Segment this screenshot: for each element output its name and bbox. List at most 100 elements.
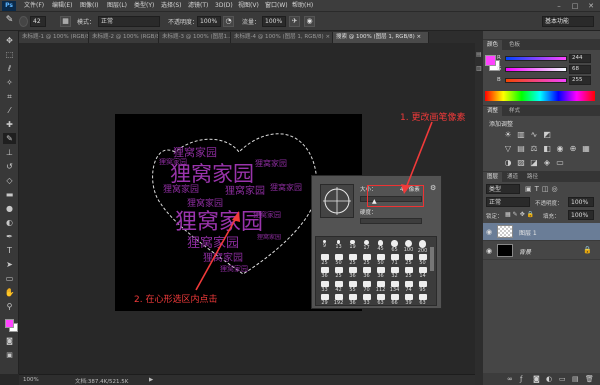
b-value[interactable]: 255 — [569, 76, 591, 85]
blur-icon[interactable]: ● — [3, 203, 16, 214]
menu-3d[interactable]: 3D(D) — [215, 0, 233, 12]
r-slider[interactable] — [505, 56, 567, 61]
threshold-icon[interactable]: ◪ — [529, 158, 539, 168]
pressure-opacity-icon[interactable]: ◔ — [223, 16, 234, 27]
color-balance-icon[interactable]: ⚖ — [529, 144, 539, 154]
healing-icon[interactable]: ✚ — [3, 119, 16, 130]
brush-panel-toggle-icon[interactable]: ▦ — [60, 16, 71, 27]
eyedropper-icon[interactable]: ⁄ — [3, 105, 16, 116]
maximize-icon[interactable]: □ — [570, 1, 580, 11]
layer-mask-icon[interactable]: ◙ — [533, 375, 540, 383]
popup-settings-gear-icon[interactable]: ⚙ — [430, 184, 436, 192]
brush-preset[interactable]: 95 — [416, 280, 429, 294]
menu-filter[interactable]: 滤镜(T) — [188, 0, 208, 12]
brush-preset[interactable]: 19 — [346, 239, 359, 253]
brush-preset[interactable]: 25 — [332, 266, 345, 280]
flow-field[interactable]: 100% — [262, 16, 286, 27]
screen-mode-icon[interactable]: ▣ — [3, 350, 16, 361]
close-icon[interactable]: ✕ — [586, 1, 596, 11]
brush-preset[interactable]: 25 — [360, 253, 373, 267]
brush-preset[interactable]: 36 — [346, 266, 359, 280]
brush-tip-icon[interactable] — [19, 16, 28, 27]
selective-color-icon[interactable]: ◈ — [542, 158, 552, 168]
tab-swatches[interactable]: 色板 — [505, 40, 524, 50]
brush-preset[interactable]: 65 — [388, 239, 401, 253]
color-lookup-icon[interactable]: ▦ — [581, 144, 591, 154]
eye-icon[interactable]: ◉ — [486, 247, 492, 255]
fill-field[interactable]: 100% — [568, 210, 594, 220]
layer-row[interactable]: ◉ 背景 🔒 — [483, 242, 600, 260]
airbrush-icon[interactable]: ✈ — [289, 16, 300, 27]
brush-preset[interactable]: 42 — [332, 280, 345, 294]
link-layers-icon[interactable]: ∞ — [507, 375, 513, 383]
brush-preset[interactable]: 63 — [416, 293, 429, 307]
history-brush-icon[interactable]: ↺ — [3, 161, 16, 172]
minimize-icon[interactable]: – — [554, 1, 564, 11]
brush-preset[interactable]: 50 — [416, 253, 429, 267]
brush-icon[interactable]: ✎ — [3, 133, 16, 144]
type-icon[interactable]: T — [3, 245, 16, 256]
brush-preset[interactable]: 36 — [374, 266, 387, 280]
vibrance-icon[interactable]: ▽ — [503, 144, 513, 154]
dodge-icon[interactable]: ◐ — [3, 217, 16, 228]
tab-styles[interactable]: 样式 — [505, 106, 524, 116]
brush-angle-preview-icon[interactable] — [320, 184, 354, 218]
brush-preset-grid[interactable]: 9 13 19 17 45 65 100 200 25 50 25 25 50 71 25 50 36 25 36 3… — [315, 236, 437, 306]
stamp-icon[interactable]: ⊥ — [3, 147, 16, 158]
zoom-level[interactable]: 100% — [23, 377, 39, 383]
channel-mixer-icon[interactable]: ⊕ — [568, 144, 578, 154]
brush-preset[interactable]: 63 — [374, 293, 387, 307]
brush-preset[interactable]: 36 — [318, 266, 331, 280]
panel-foreground-swatch[interactable] — [485, 55, 496, 66]
posterize-icon[interactable]: ▨ — [516, 158, 526, 168]
brush-preset[interactable]: 36 — [360, 266, 373, 280]
brush-preset[interactable]: 9 — [318, 239, 331, 253]
layer-name[interactable]: 背景 — [519, 247, 531, 256]
curves-icon[interactable]: ∿ — [529, 130, 539, 140]
lock-icons[interactable]: ▦✎✥🔒 — [505, 211, 536, 218]
blend-mode-select[interactable]: 正常 — [486, 197, 530, 207]
brush-preset[interactable]: 50 — [374, 253, 387, 267]
properties-panel-icon[interactable]: ▥ — [476, 65, 482, 72]
workspace-switcher[interactable]: 基本功能 — [542, 16, 594, 27]
tab-doc-3[interactable]: 未标题-3 @ 100% (图层1... — [159, 32, 231, 43]
r-value[interactable]: 244 — [569, 54, 591, 63]
brush-preset[interactable]: 74 — [402, 280, 415, 294]
menu-window[interactable]: 窗口(W) — [265, 0, 288, 12]
mode-select[interactable]: 正常 — [98, 16, 160, 27]
brush-preset[interactable]: 66 — [388, 293, 401, 307]
b-slider[interactable] — [505, 78, 567, 83]
tab-adjustments[interactable]: 调整 — [483, 106, 503, 116]
lasso-icon[interactable]: ℓ — [3, 63, 16, 74]
tab-search-doc[interactable]: 搜索 @ 100% (图层 1, RGB/8) × — [333, 32, 429, 43]
tab-paths[interactable]: 路径 — [523, 172, 542, 182]
shape-icon[interactable]: ▭ — [3, 273, 16, 284]
brush-preset[interactable]: 25 — [318, 253, 331, 267]
brush-preset[interactable]: 39 — [402, 293, 415, 307]
invert-icon[interactable]: ◑ — [503, 158, 513, 168]
black-white-icon[interactable]: ◧ — [542, 144, 552, 154]
brush-preset[interactable]: 71 — [388, 253, 401, 267]
brush-preset[interactable]: 25 — [346, 253, 359, 267]
menu-help[interactable]: 帮助(H) — [292, 0, 313, 12]
layer-opacity-field[interactable]: 100% — [568, 197, 594, 207]
brush-size-field[interactable]: 42 — [30, 16, 46, 27]
path-select-icon[interactable]: ➤ — [3, 259, 16, 270]
brush-preset[interactable]: 32 — [388, 266, 401, 280]
crop-icon[interactable]: ⌗ — [3, 91, 16, 102]
brush-preset[interactable]: 55 — [346, 280, 359, 294]
quick-select-icon[interactable]: ✧ — [3, 77, 16, 88]
brush-tool-icon[interactable]: ✎ — [4, 16, 15, 27]
layer-row[interactable]: ◉ 图层 1 — [483, 223, 600, 241]
brush-preset[interactable]: 192 — [332, 293, 345, 307]
eraser-icon[interactable]: ◇ — [3, 175, 16, 186]
menu-select[interactable]: 选择(S) — [161, 0, 182, 12]
tab-doc-2[interactable]: 未标题-2 @ 100% (RGB/8... — [89, 32, 159, 43]
menu-layer[interactable]: 图层(L) — [107, 0, 127, 12]
layer-name[interactable]: 图层 1 — [519, 228, 537, 237]
menu-type[interactable]: 类型(Y) — [134, 0, 154, 12]
menu-image[interactable]: 图像(I) — [80, 0, 98, 12]
adjustment-layer-icon[interactable]: ◐ — [546, 375, 552, 383]
tab-doc-1[interactable]: 未标题-1 @ 100% (RGB/8... — [19, 32, 89, 43]
move-icon[interactable]: ✥ — [3, 35, 16, 46]
